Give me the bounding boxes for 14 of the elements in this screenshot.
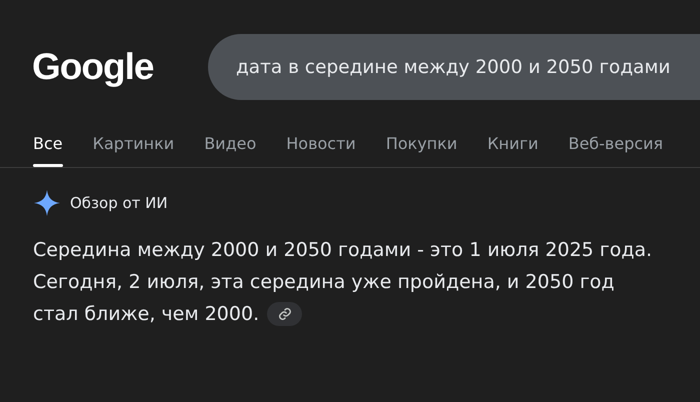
- tab[interactable]: Новости: [277, 126, 365, 167]
- link-icon: [278, 307, 292, 321]
- tab[interactable]: Все: [24, 126, 72, 167]
- tab[interactable]: Книги: [478, 126, 548, 167]
- logo[interactable]: Google: [32, 46, 208, 88]
- tab[interactable]: Картинки: [84, 126, 184, 167]
- sparkle-icon: [34, 190, 60, 216]
- search-field[interactable]: дата в середине между 2000 и 2050 годами: [208, 34, 700, 100]
- link-button[interactable]: [267, 302, 302, 326]
- answer-text: стал ближе, чем 2000.: [33, 302, 260, 327]
- tab[interactable]: Веб-версия: [559, 126, 672, 167]
- ai-overview-title: Обзор от ИИ: [70, 194, 168, 212]
- tab[interactable]: Видео: [195, 126, 266, 167]
- tab[interactable]: Покупки: [376, 126, 466, 167]
